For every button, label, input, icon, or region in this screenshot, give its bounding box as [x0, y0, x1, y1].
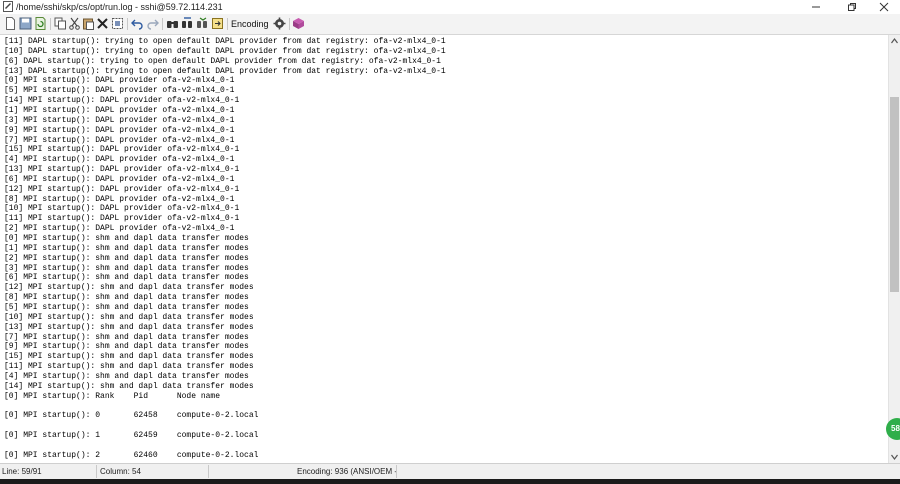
new-file-icon[interactable] — [4, 17, 17, 30]
cut-icon[interactable] — [68, 17, 81, 30]
copy-icon[interactable] — [54, 17, 67, 30]
log-line: [3] MPI startup(): DAPL provider ofa-v2-… — [4, 115, 235, 125]
log-line: [15] MPI startup(): DAPL provider ofa-v2… — [4, 145, 240, 155]
log-line: [2] MPI startup(): DAPL provider ofa-v2-… — [4, 224, 235, 234]
minimize-button[interactable] — [796, 0, 836, 14]
log-line: [1] MPI startup(): DAPL provider ofa-v2-… — [4, 105, 235, 115]
log-line: [10] MPI startup(): shm and dapl data tr… — [4, 312, 254, 322]
log-line: [4] MPI startup(): DAPL provider ofa-v2-… — [4, 155, 235, 165]
plugin-icon[interactable] — [292, 17, 305, 30]
close-button[interactable] — [864, 0, 900, 14]
log-line: [14] MPI startup(): shm and dapl data tr… — [4, 381, 254, 391]
log-line: [11] MPI startup(): shm and dapl data tr… — [4, 362, 254, 372]
log-line: [9] MPI startup(): shm and dapl data tra… — [4, 342, 249, 352]
log-line: [3] MPI startup(): shm and dapl data tra… — [4, 263, 249, 273]
log-line: [0] MPI startup(): 1 62459 compute-0-2.l… — [4, 431, 259, 440]
log-line: [7] MPI startup(): shm and dapl data tra… — [4, 332, 249, 342]
save-icon[interactable] — [19, 17, 32, 30]
editor-text-area[interactable]: [11] DAPL startup(): trying to open defa… — [0, 35, 888, 463]
log-line: [5] MPI startup(): DAPL provider ofa-v2-… — [4, 86, 235, 96]
log-line: [11] DAPL startup(): trying to open defa… — [4, 37, 446, 46]
log-line: [0] MPI startup(): 0 62458 compute-0-2.l… — [4, 411, 259, 421]
paste-icon[interactable] — [82, 17, 95, 30]
log-line: [10] DAPL startup(): trying to open defa… — [4, 46, 446, 56]
log-line: [11] MPI startup(): DAPL provider ofa-v2… — [4, 214, 240, 224]
find-icon[interactable] — [166, 17, 179, 30]
log-line: [6] MPI startup(): shm and dapl data tra… — [4, 273, 249, 283]
restore-icon — [848, 3, 856, 11]
scrollbar-thumb[interactable] — [890, 97, 899, 292]
toolbar: Encoding — [0, 14, 900, 35]
status-column: Column: 54 — [100, 467, 141, 476]
log-line: [1] MPI startup(): shm and dapl data tra… — [4, 243, 249, 253]
scroll-up-icon[interactable] — [891, 38, 898, 44]
log-line: [0] MPI startup(): 2 62460 compute-0-2.l… — [4, 450, 259, 460]
settings-icon[interactable] — [273, 17, 286, 30]
redo-icon[interactable] — [146, 17, 159, 30]
log-line: [6] MPI startup(): DAPL provider ofa-v2-… — [4, 174, 235, 184]
log-line: [5] MPI startup(): shm and dapl data tra… — [4, 302, 249, 312]
refresh-icon[interactable] — [34, 17, 47, 30]
log-line: [13] DAPL startup(): trying to open defa… — [4, 66, 446, 76]
log-line: [8] MPI startup(): shm and dapl data tra… — [4, 293, 249, 303]
log-line: [9] MPI startup(): DAPL provider ofa-v2-… — [4, 125, 235, 135]
log-line: [8] MPI startup(): DAPL provider ofa-v2-… — [4, 194, 235, 204]
select-all-icon[interactable] — [111, 17, 124, 30]
status-encoding: Encoding: 936 (ANSI/OEM - — [297, 467, 398, 476]
find-replace-icon[interactable] — [181, 17, 194, 30]
log-line: [12] MPI startup(): shm and dapl data tr… — [4, 283, 254, 293]
log-line: [2] MPI startup(): shm and dapl data tra… — [4, 253, 249, 263]
vertical-scrollbar[interactable] — [888, 35, 900, 463]
status-divider — [208, 465, 209, 478]
log-line: [7] MPI startup(): DAPL provider ofa-v2-… — [4, 135, 235, 145]
toolbar-separator — [127, 18, 128, 30]
minimize-icon — [812, 6, 820, 8]
status-divider — [96, 465, 97, 478]
toolbar-separator — [50, 18, 51, 30]
log-line: [13] MPI startup(): shm and dapl data tr… — [4, 322, 254, 332]
goto-icon[interactable] — [211, 17, 224, 30]
log-line: [0] MPI startup(): shm and dapl data tra… — [4, 234, 249, 243]
log-line: [0] MPI startup(): Rank Pid Node name — [4, 391, 221, 401]
toolbar-separator — [162, 18, 163, 30]
undo-icon[interactable] — [131, 17, 144, 30]
encoding-menu[interactable]: Encoding — [231, 18, 269, 30]
log-line: [12] MPI startup(): DAPL provider ofa-v2… — [4, 184, 240, 194]
scroll-down-icon[interactable] — [891, 454, 898, 460]
toolbar-separator — [289, 18, 290, 30]
window-title: /home/sshi/skp/cs/opt/run.log - sshi@59.… — [16, 2, 223, 12]
log-line: [4] MPI startup(): shm and dapl data tra… — [4, 371, 249, 381]
title-bar: /home/sshi/skp/cs/opt/run.log - sshi@59.… — [0, 0, 900, 14]
status-divider — [396, 465, 397, 478]
taskbar — [0, 479, 900, 484]
status-bar: Line: 59/91 Column: 54 Encoding: 936 (AN… — [0, 463, 900, 479]
log-line: [13] MPI startup(): DAPL provider ofa-v2… — [4, 165, 240, 175]
close-icon — [879, 2, 889, 12]
delete-icon[interactable] — [96, 17, 109, 30]
log-line: [10] MPI startup(): DAPL provider ofa-v2… — [4, 204, 240, 214]
log-line: [14] MPI startup(): DAPL provider ofa-v2… — [4, 96, 240, 106]
log-line: [0] MPI startup(): DAPL provider ofa-v2-… — [4, 76, 235, 86]
find-next-icon[interactable] — [196, 17, 209, 30]
toolbar-separator — [227, 18, 228, 30]
status-line: Line: 59/91 — [2, 467, 42, 476]
app-icon — [3, 1, 13, 12]
log-line: [6] DAPL startup(): trying to open defau… — [4, 56, 441, 66]
log-line: [15] MPI startup(): shm and dapl data tr… — [4, 352, 254, 362]
